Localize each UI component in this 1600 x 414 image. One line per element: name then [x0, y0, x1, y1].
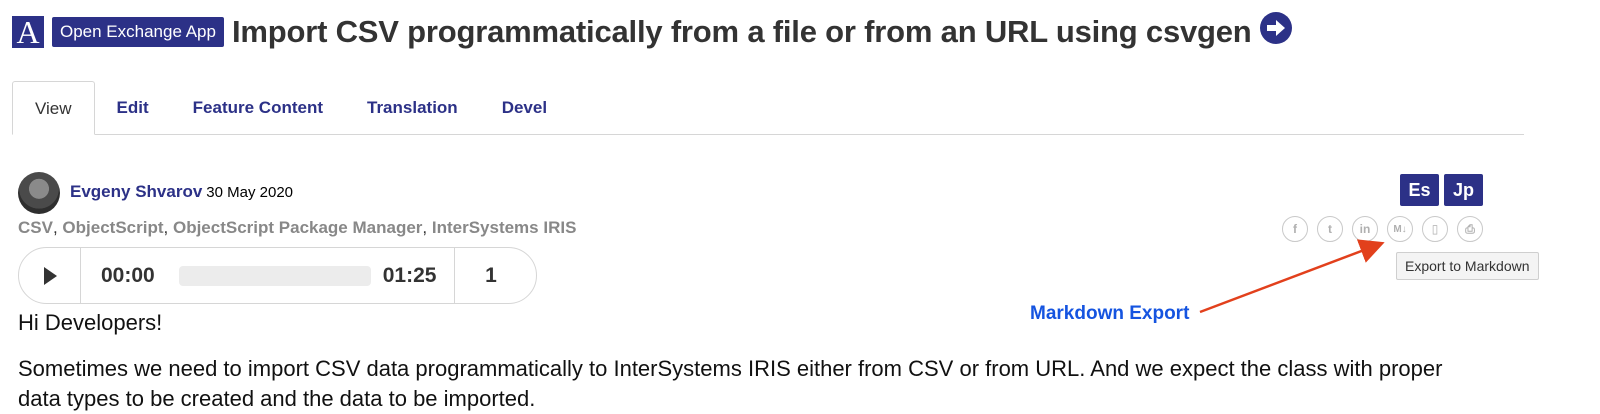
annotation-label: Markdown Export: [1030, 303, 1190, 324]
article-paragraph: Sometimes we need to import CSV data pro…: [18, 356, 1443, 411]
play-icon: [43, 266, 57, 285]
audio-player: 00:00 01:25 1: [18, 247, 537, 304]
play-button[interactable]: [19, 248, 81, 303]
playback-speed-button[interactable]: 1: [454, 248, 526, 303]
progress-bar[interactable]: [178, 265, 371, 286]
current-time: 00:00: [101, 263, 155, 287]
annotation-arrow: [1199, 239, 1385, 314]
article-greeting: Hi Developers!: [18, 310, 163, 335]
total-time: 01:25: [382, 263, 437, 287]
